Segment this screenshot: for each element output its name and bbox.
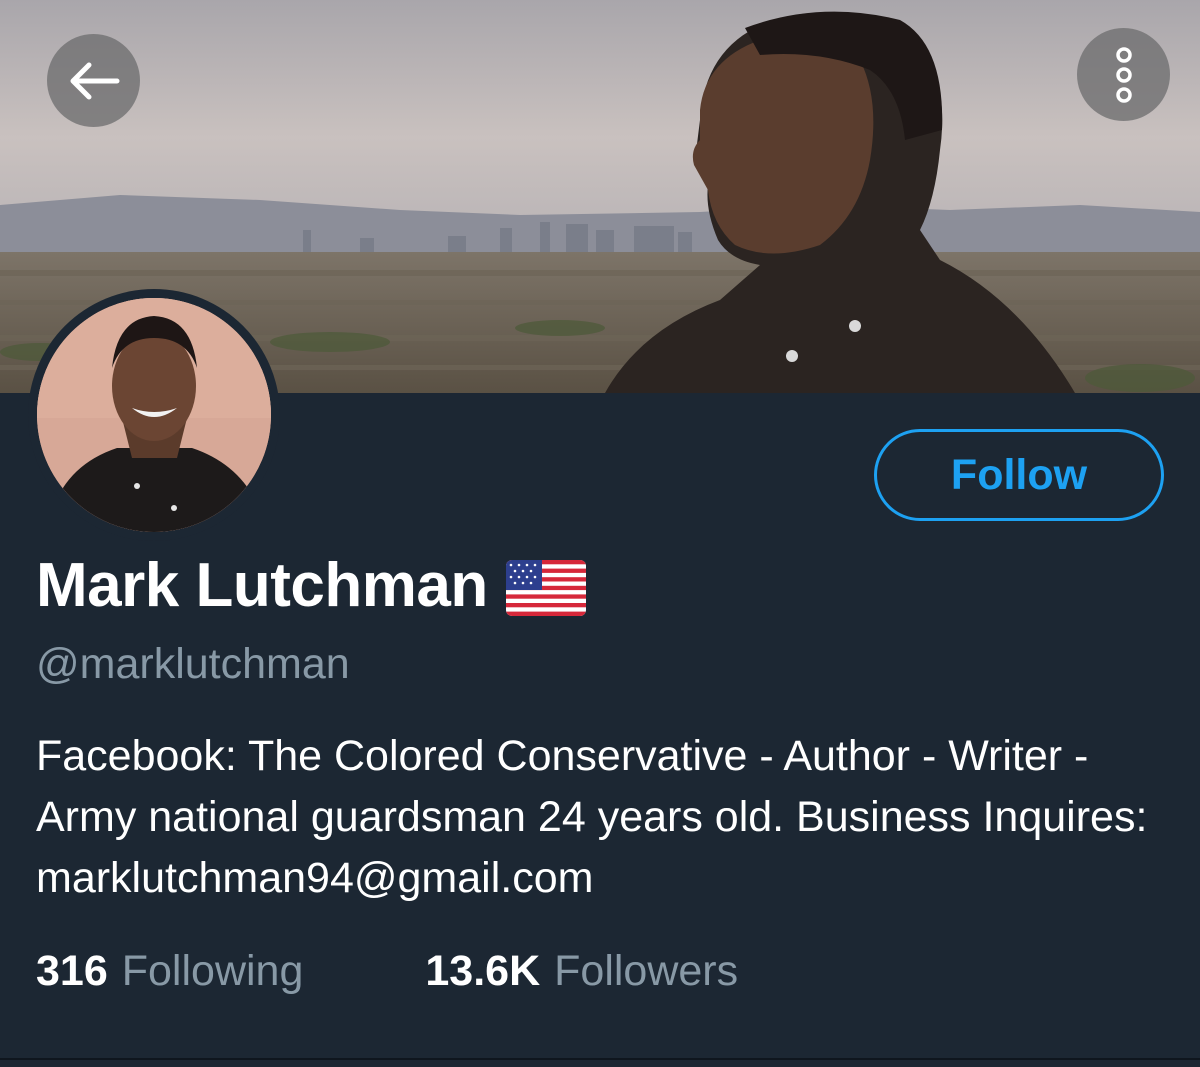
profile-screen: Follow Mark Lutchman @marklutchman Faceb… — [0, 0, 1200, 1067]
profile-bio: Facebook: The Colored Conservative - Aut… — [36, 732, 1148, 902]
followers-count: 13.6K — [425, 947, 541, 995]
following-label: Following — [121, 947, 304, 995]
back-button[interactable] — [47, 34, 140, 127]
avatar-photo — [37, 298, 271, 532]
profile-handle: @marklutchman — [36, 640, 350, 688]
followers-stat[interactable]: 13.6K Followers — [425, 941, 738, 1001]
following-count: 316 — [36, 947, 108, 995]
followers-label: Followers — [554, 947, 739, 995]
follow-button[interactable]: Follow — [874, 429, 1164, 521]
arrow-left-icon — [70, 62, 119, 99]
following-stat[interactable]: 316 Following — [36, 941, 303, 1001]
divider — [0, 1058, 1200, 1060]
display-name: Mark Lutchman — [36, 551, 488, 620]
avatar[interactable] — [28, 289, 280, 541]
profile-name-row: Mark Lutchman — [36, 548, 586, 624]
more-options-button[interactable] — [1077, 28, 1170, 121]
us-flag-icon — [505, 560, 586, 616]
more-vertical-icon — [1115, 46, 1132, 103]
profile-stats: 316 Following 13.6K Followers — [36, 941, 738, 1001]
